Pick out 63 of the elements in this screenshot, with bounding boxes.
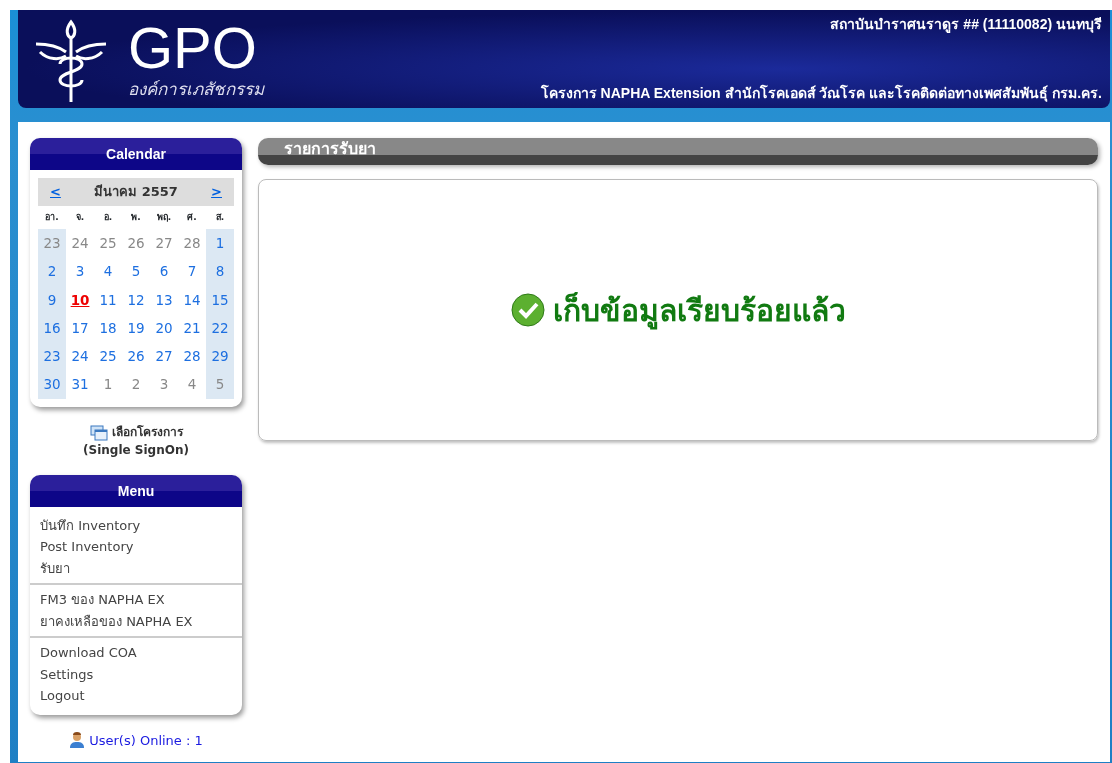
check-icon <box>510 293 545 328</box>
logo-title: GPO <box>128 19 257 78</box>
weekday-label: จ. <box>65 205 95 229</box>
prev-month-link[interactable]: < <box>50 182 61 202</box>
single-signon-label: (Single SignOn) <box>82 441 190 459</box>
calendar-day[interactable]: 25 <box>99 348 117 364</box>
calendar-day[interactable]: 18 <box>99 319 117 336</box>
calendar-day[interactable]: 4 <box>103 263 113 280</box>
menu-item[interactable]: Logout <box>30 685 242 707</box>
calendar-day[interactable]: 1 <box>215 235 225 251</box>
calendar-day[interactable]: 10 <box>70 291 90 308</box>
calendar-day[interactable]: 25 <box>99 235 117 251</box>
success-message: เก็บข้อมูลเรียบร้อยแล้ว <box>552 291 846 332</box>
calendar-day[interactable]: 14 <box>183 291 201 308</box>
windows-icon <box>89 424 108 441</box>
calendar-day[interactable]: 3 <box>75 263 85 280</box>
calendar-day[interactable]: 24 <box>71 348 89 364</box>
weekday-label: ส. <box>205 205 234 229</box>
calendar-day[interactable]: 6 <box>159 263 169 280</box>
calendar-day[interactable]: 28 <box>183 235 201 251</box>
menu-item[interactable]: Settings <box>30 663 242 685</box>
menu-item[interactable]: บันทึก Inventory <box>30 514 242 536</box>
calendar-day[interactable]: 2 <box>131 376 141 393</box>
weekday-label: ศ. <box>178 205 206 229</box>
section-title: รายการรับยา <box>258 138 1098 166</box>
panel-title: Menu <box>30 474 242 507</box>
menu-item[interactable]: ยาคงเหลือของ NAPHA EX <box>30 610 242 632</box>
calendar-day[interactable]: 11 <box>99 291 117 308</box>
calendar-day[interactable]: 5 <box>131 263 141 280</box>
panel-title: Calendar <box>30 138 242 170</box>
calendar-day[interactable]: 1 <box>103 376 113 393</box>
weekday-label: อา. <box>38 205 66 229</box>
menu-item[interactable]: Post Inventory <box>30 536 242 558</box>
next-month-link[interactable]: > <box>211 182 222 202</box>
facility-name: สถาบันบำราศนราดูร ## (11110082) นนทบุรี <box>830 15 1102 35</box>
calendar-day[interactable]: 28 <box>183 348 201 364</box>
menu-item[interactable]: รับยา <box>30 557 242 579</box>
select-project-link[interactable]: เลือกโครงการ <box>111 422 183 441</box>
calendar-day[interactable]: 19 <box>127 319 145 336</box>
calendar-day[interactable]: 4 <box>187 376 197 393</box>
user-icon <box>69 732 86 749</box>
calendar-day[interactable]: 12 <box>127 291 145 308</box>
calendar-day[interactable]: 26 <box>127 235 145 251</box>
calendar-day[interactable]: 27 <box>155 348 173 364</box>
calendar-day[interactable]: 13 <box>155 291 173 308</box>
weekday-label: พฤ. <box>155 210 173 224</box>
users-online-label: User(s) Online : 1 <box>89 731 203 750</box>
month-label: มีนาคม 2557 <box>94 183 178 201</box>
menu-item[interactable]: Download COA <box>30 642 242 664</box>
logo-subtitle: องค์การเภสัชกรรม <box>128 78 264 102</box>
project-name: โครงการ NAPHA Extension สำนักโรคเอดส์ วัณโรค และโรคติดต่อทางเพศสัมพันธุ์ กรม.คร. <box>540 83 1102 104</box>
calendar-day[interactable]: 21 <box>183 319 201 336</box>
calendar-day[interactable]: 24 <box>71 235 89 251</box>
calendar-day[interactable]: 3 <box>159 376 169 393</box>
calendar-day[interactable]: 31 <box>71 376 89 393</box>
weekday-label: อ. <box>102 210 114 224</box>
calendar-day[interactable]: 20 <box>155 319 173 336</box>
calendar-day[interactable]: 17 <box>71 319 89 336</box>
calendar-day[interactable]: 26 <box>127 348 145 364</box>
menu-item[interactable]: FM3 ของ NAPHA EX <box>30 589 242 611</box>
weekday-label: พ. <box>130 210 142 224</box>
calendar-day[interactable]: 27 <box>155 235 173 251</box>
calendar-day[interactable]: 7 <box>187 263 197 280</box>
